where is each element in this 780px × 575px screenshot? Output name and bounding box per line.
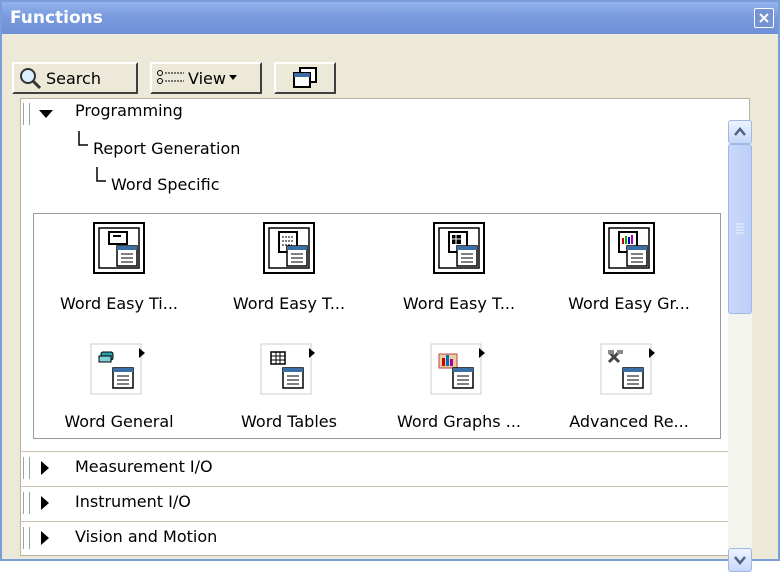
options-button[interactable]: [274, 62, 336, 94]
palette-item[interactable]: Word General: [34, 338, 204, 458]
palette-item[interactable]: Word Easy T...: [204, 214, 374, 334]
expand-triangle-icon[interactable]: [41, 461, 49, 475]
tree-branch-icon: [96, 167, 106, 182]
chevron-up-icon: [734, 127, 746, 136]
palette-item-label: Word Easy Gr...: [568, 294, 690, 313]
search-icon: [20, 68, 42, 90]
separator: [21, 521, 747, 522]
expand-triangle-icon[interactable]: [41, 496, 49, 510]
separator: [21, 451, 747, 452]
category-measurement-io[interactable]: Measurement I/O: [75, 457, 749, 476]
tree-branch-icon: [78, 131, 88, 146]
category-instrument-io[interactable]: Instrument I/O: [75, 492, 749, 511]
word-easy-title-icon: [93, 222, 145, 274]
close-icon: [759, 13, 769, 23]
chevron-down-icon: [734, 556, 746, 565]
subcategory-report-generation[interactable]: Report Generation: [93, 139, 749, 158]
category-programming[interactable]: Programming: [75, 101, 749, 120]
palette-item-label: Word Easy T...: [232, 294, 346, 313]
word-easy-table-icon: [433, 222, 485, 274]
scroll-down-button[interactable]: [728, 548, 752, 572]
category-grip[interactable]: [23, 103, 30, 125]
view-options-icon: [157, 70, 184, 84]
palette-icon-grid: Word Easy Ti... Word Easy T... Word Easy T…: [33, 213, 721, 439]
thumb-grip-icon: [736, 223, 744, 234]
palette-item[interactable]: Word Easy Ti...: [34, 214, 204, 334]
category-grip[interactable]: [23, 527, 30, 549]
search-button[interactable]: Search: [12, 62, 138, 94]
view-button-label: View: [188, 68, 226, 88]
palette-item[interactable]: Word Tables: [204, 338, 374, 458]
palette-item[interactable]: Advanced Re...: [544, 338, 714, 458]
title-bar[interactable]: Functions: [2, 2, 778, 34]
advanced-report-icon: [600, 343, 655, 395]
palette-item-label: Word Graphs ...: [397, 412, 521, 431]
palette-item[interactable]: Word Graphs ...: [374, 338, 544, 458]
palette-item[interactable]: Word Easy Gr...: [544, 214, 714, 334]
word-graphs-icon: [430, 343, 485, 395]
palette-options-icon: [293, 67, 317, 88]
scroll-thumb[interactable]: [728, 144, 752, 314]
word-easy-text-icon: [263, 222, 315, 274]
separator: [21, 486, 747, 487]
category-grip[interactable]: [23, 492, 30, 514]
dropdown-arrow-icon: [228, 75, 237, 80]
vertical-scrollbar[interactable]: [728, 120, 754, 572]
palette-item[interactable]: Word Easy T...: [374, 214, 544, 334]
palette-item-label: Word Tables: [241, 412, 337, 431]
palette-item-label: Word Easy Ti...: [60, 294, 178, 313]
word-easy-graph-icon: [603, 222, 655, 274]
category-vision-and-motion[interactable]: Vision and Motion: [75, 527, 749, 546]
functions-palette-panel: Programming Report Generation Word Speci…: [20, 98, 750, 556]
word-tables-icon: [260, 343, 315, 395]
word-general-icon: [90, 343, 145, 395]
view-button[interactable]: View: [150, 62, 262, 94]
expand-triangle-icon[interactable]: [41, 531, 49, 545]
palette-item-label: Word Easy T...: [402, 294, 516, 313]
palette-item-label: Advanced Re...: [569, 412, 689, 431]
category-grip[interactable]: [23, 457, 30, 479]
subcategory-word-specific[interactable]: Word Specific: [111, 175, 749, 194]
functions-window: Functions Search View Programming Report…: [0, 0, 780, 572]
close-button[interactable]: [754, 8, 774, 28]
palette-item-label: Word General: [64, 412, 174, 431]
scroll-up-button[interactable]: [728, 120, 752, 144]
search-button-label: Search: [46, 68, 101, 88]
window-title: Functions: [10, 8, 103, 28]
collapse-triangle-icon[interactable]: [39, 110, 53, 118]
